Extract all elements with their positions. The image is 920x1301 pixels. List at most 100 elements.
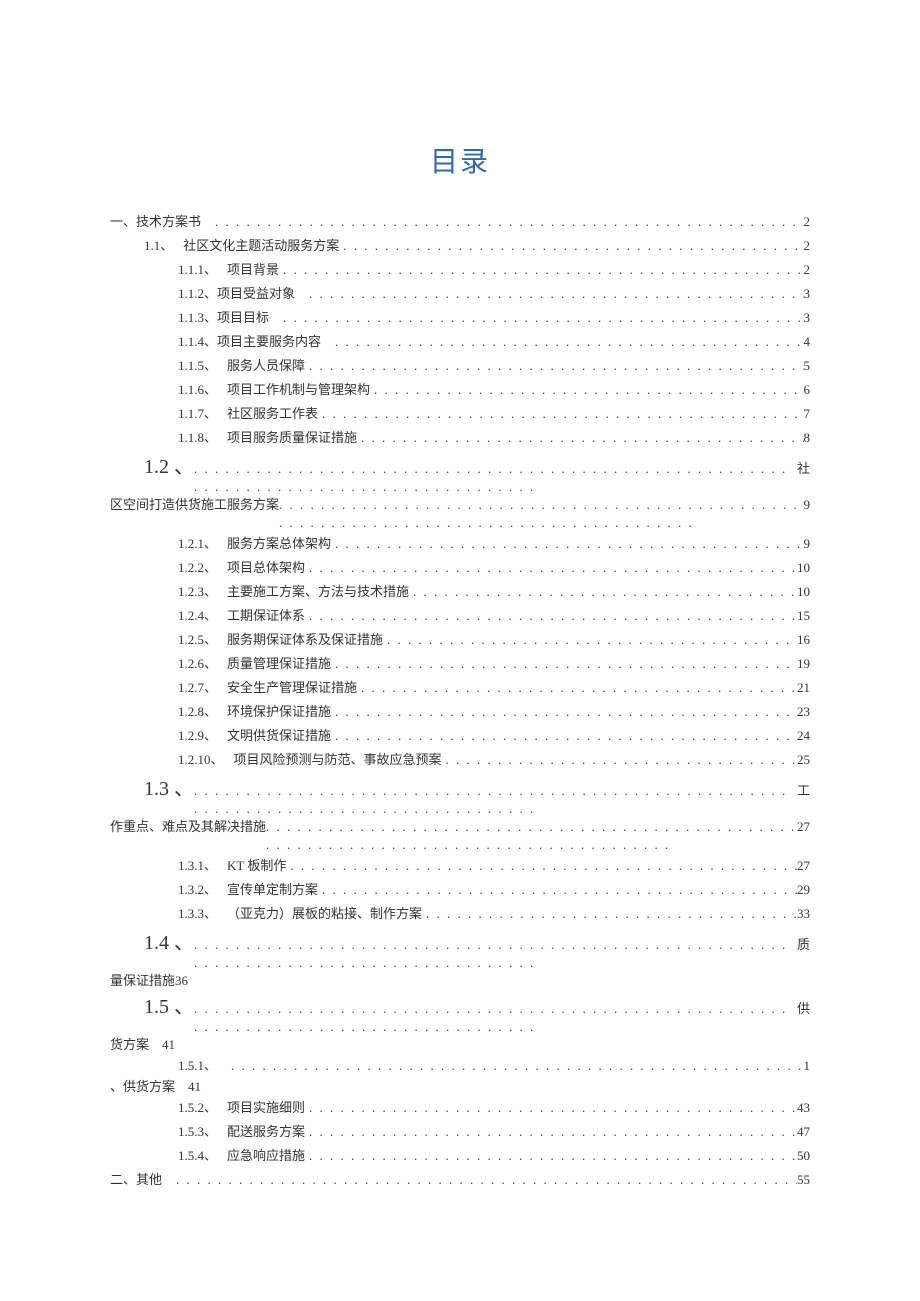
- toc-entry: 1.2.6、质量管理保证措施19: [110, 652, 810, 676]
- toc-num: 1.2.9、: [178, 724, 217, 748]
- toc-section-wrap: 、供货方案 41: [110, 1078, 810, 1096]
- toc-section-wrap: 区空间打造供货施工服务方案9: [110, 496, 810, 532]
- toc-num: 1.1.1、: [178, 258, 217, 282]
- toc-num: 1.1.7、: [178, 402, 217, 426]
- toc-page: 24: [797, 724, 810, 748]
- toc-num: 1.5 、: [110, 990, 194, 1019]
- toc-entry: 1.1.1、项目背景2: [110, 258, 810, 282]
- toc-label: 宣传单定制方案: [227, 878, 318, 902]
- toc-leader: [422, 902, 797, 926]
- toc-num: 二、其他: [110, 1168, 162, 1192]
- toc-section-wrap: 量保证措施36: [110, 972, 810, 990]
- toc-section-head: 1.2 、 社: [110, 450, 810, 496]
- toc-entry: 1.2.9、文明供货保证措施24: [110, 724, 810, 748]
- toc-page: 9: [804, 532, 811, 556]
- toc-label: 项目工作机制与管理架构: [227, 378, 370, 402]
- toc-leader: [318, 402, 803, 426]
- toc-leader: [305, 604, 797, 628]
- toc-label: 、供货方案 41: [110, 1078, 201, 1096]
- toc-entry: 1.1.2、项目受益对象3: [110, 282, 810, 306]
- toc-num: 1.1.8、: [178, 426, 217, 450]
- toc-num: 1.1.6、: [178, 378, 217, 402]
- toc-entry: 一、技术方案书2: [110, 210, 810, 234]
- toc-page: 3: [804, 306, 811, 330]
- toc-page: 16: [797, 628, 810, 652]
- toc-leader: [409, 580, 797, 604]
- toc-leader: [357, 426, 803, 450]
- toc-section-head: 1.5 、 供: [110, 990, 810, 1036]
- toc-leader: [227, 1054, 803, 1078]
- toc-label: 社区文化主题活动服务方案: [183, 234, 339, 258]
- toc-trail: 供: [797, 998, 810, 1017]
- toc-num: 1.1.2、项目受益对象: [178, 282, 295, 306]
- toc-label: 环境保护保证措施: [227, 700, 331, 724]
- toc-page: 43: [797, 1096, 810, 1120]
- toc-page: 50: [797, 1144, 810, 1168]
- toc-leader: [442, 748, 797, 772]
- toc-leader: [279, 496, 803, 532]
- toc-entry: 1.1.4、项目主要服务内容4: [110, 330, 810, 354]
- toc-label: 主要施工方案、方法与技术措施: [227, 580, 409, 604]
- toc-entry: 1.1、社区文化主题活动服务方案 2: [110, 234, 810, 258]
- toc-leader: [331, 532, 803, 556]
- toc-leader: [305, 1120, 797, 1144]
- toc-page: 27: [797, 854, 810, 878]
- toc-leader: [279, 306, 803, 330]
- toc-num: 1.1、: [144, 234, 173, 258]
- toc-num: 1.2.7、: [178, 676, 217, 700]
- toc-num: 1.2.3、: [178, 580, 217, 604]
- toc-entry: 1.5.1、1: [110, 1054, 810, 1078]
- toc-label: 应急响应措施: [227, 1144, 305, 1168]
- toc-num: 1.3.3、: [178, 902, 217, 926]
- toc-section-head: 1.4 、 质: [110, 926, 810, 972]
- toc-leader: [357, 676, 797, 700]
- toc-label: 项目总体架构: [227, 556, 305, 580]
- toc-label: 项目风险预测与防范、事故应急预案: [234, 748, 442, 772]
- toc-num: 1.3 、: [110, 772, 194, 801]
- toc-page: 47: [797, 1120, 810, 1144]
- toc-num: 1.2.10、: [178, 748, 224, 772]
- toc-entry: 1.2.7、安全生产管理保证措施21: [110, 676, 810, 700]
- toc-page: 8: [804, 426, 811, 450]
- toc-leader: [318, 878, 797, 902]
- toc-leader: [194, 1000, 797, 1036]
- toc-leader: [331, 724, 797, 748]
- page: 目录 一、技术方案书21.1、社区文化主题活动服务方案21.1.1、项目背景21…: [0, 0, 920, 1301]
- toc-label: 服务方案总体架构: [227, 532, 331, 556]
- toc-page: 9: [804, 496, 811, 514]
- toc-num: 1.2 、: [110, 450, 194, 479]
- toc-page: 55: [797, 1168, 810, 1192]
- toc-entry: 1.5.2、项目实施细则43: [110, 1096, 810, 1120]
- toc-page: 10: [797, 580, 810, 604]
- toc-entry: 1.1.5、服务人员保障5: [110, 354, 810, 378]
- toc-num: 1.4 、: [110, 926, 194, 955]
- toc-section-wrap: 作重点、难点及其解决措施27: [110, 818, 810, 854]
- toc-page: 2: [804, 258, 811, 282]
- toc-label: 服务人员保障: [227, 354, 305, 378]
- toc-trail: 社: [797, 458, 810, 477]
- toc-trail: 质: [797, 934, 810, 953]
- toc-section-head: 1.3 、工: [110, 772, 810, 818]
- toc-entry: 1.2.1、服务方案总体架构 9: [110, 532, 810, 556]
- toc-leader: [331, 330, 803, 354]
- toc-num: 1.3.1、: [178, 854, 217, 878]
- toc-leader: [339, 234, 803, 258]
- toc-leader: [194, 460, 797, 496]
- toc-entry: 1.5.4、应急响应措施50: [110, 1144, 810, 1168]
- toc-label: 配送服务方案: [227, 1120, 305, 1144]
- toc-page: 23: [797, 700, 810, 724]
- toc-leader: [211, 210, 803, 234]
- toc-num: 1.2.6、: [178, 652, 217, 676]
- toc-page: 2: [804, 234, 811, 258]
- toc-page: 27: [797, 818, 810, 836]
- toc-leader: [194, 936, 797, 972]
- toc-page: 10: [797, 556, 810, 580]
- toc-label: 工期保证体系: [227, 604, 305, 628]
- toc-entry: 1.2.8、环境保护保证措施23: [110, 700, 810, 724]
- toc-page: 5: [804, 354, 811, 378]
- toc-num: 1.2.5、: [178, 628, 217, 652]
- toc-num: 1.2.1、: [178, 532, 217, 556]
- toc-entry: 1.1.6、项目工作机制与管理架构6: [110, 378, 810, 402]
- toc-section-wrap: 货方案 41: [110, 1036, 810, 1054]
- toc-page: 19: [797, 652, 810, 676]
